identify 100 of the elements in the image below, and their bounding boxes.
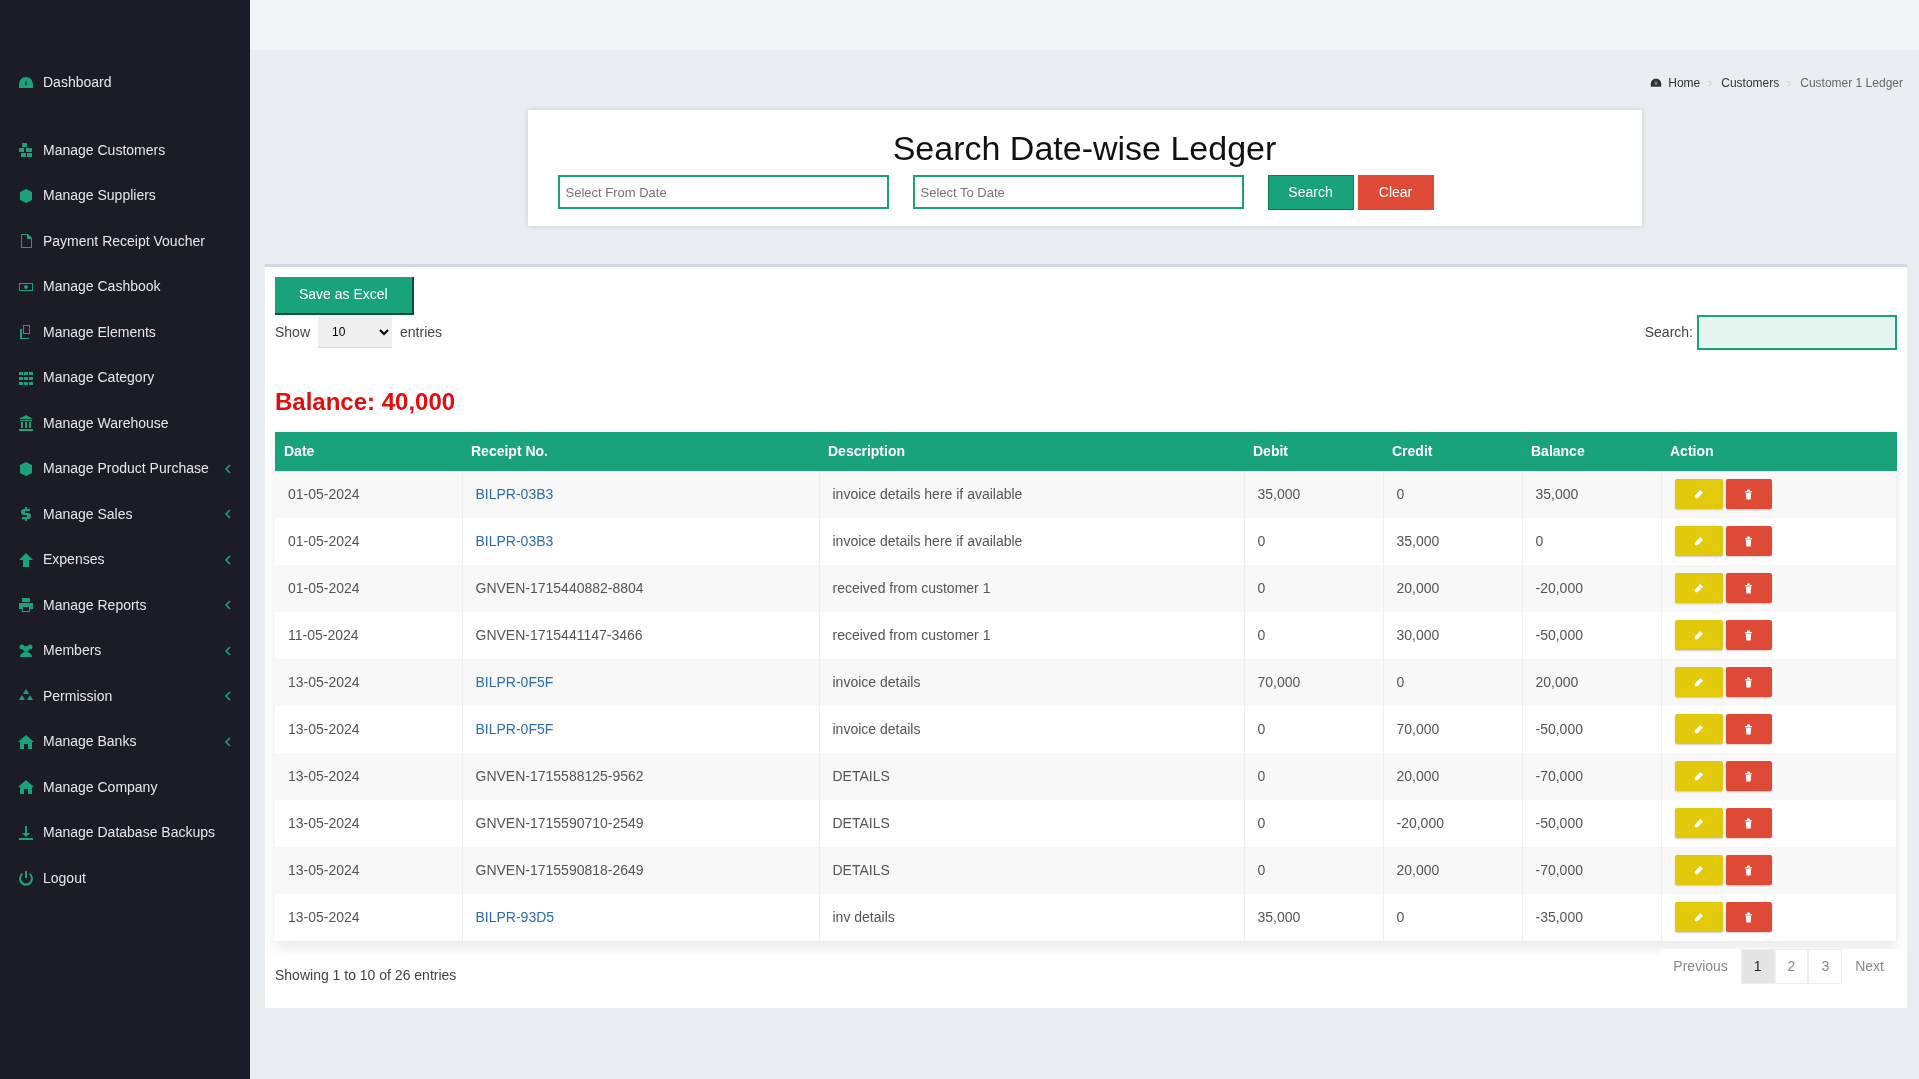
bank-icon (18, 415, 34, 432)
page-link[interactable]: 1 (1740, 948, 1775, 984)
delete-button[interactable] (1725, 667, 1772, 698)
table-cell: -20,000 (1383, 799, 1522, 847)
delete-button[interactable] (1725, 526, 1772, 557)
table-cell: 0 (1383, 893, 1522, 941)
trash-icon (1744, 770, 1753, 782)
table-cell: 0 (1244, 564, 1383, 612)
sidebar-item[interactable]: Manage Category (0, 355, 250, 401)
search-field[interactable] (1697, 314, 1897, 350)
table-cell: -70,000 (1522, 846, 1661, 894)
sidebar-item[interactable]: Manage Sales (0, 491, 250, 537)
sidebar-item[interactable]: Permission (0, 673, 250, 719)
search-label: Search: (1644, 322, 1693, 342)
sidebar-item[interactable]: Manage Database Backups (0, 810, 250, 856)
entries-info: Showing 1 to 10 of 26 entries (275, 965, 457, 985)
table-cell: invoice details (819, 658, 1244, 706)
table-cell: 0 (1244, 611, 1383, 659)
table-cell: 0 (1244, 517, 1383, 565)
table-cell: 35,000 (1522, 470, 1661, 518)
download-icon (18, 824, 34, 841)
table-cell: DETAILS (819, 799, 1244, 847)
trash-icon (1744, 629, 1753, 641)
page-size-select[interactable]: 10 (318, 316, 393, 349)
table-cell: -50,000 (1522, 705, 1661, 753)
grid-icon (18, 369, 34, 386)
sidebar-item[interactable]: Manage Company (0, 764, 250, 810)
delete-button[interactable] (1725, 714, 1772, 745)
sidebar-item[interactable]: Manage Reports (0, 582, 250, 628)
printer-icon (18, 597, 34, 614)
table-cell: 20,000 (1383, 846, 1522, 894)
column-header: Credit (1383, 431, 1522, 471)
table-cell: invoice details here if available (819, 470, 1244, 518)
sidebar-item[interactable]: Dashboard (0, 60, 250, 106)
table-cell: DETAILS (819, 752, 1244, 800)
table-cell: received from customer 1 (819, 611, 1244, 659)
table-cell: 20,000 (1383, 564, 1522, 612)
delete-button[interactable] (1725, 620, 1772, 651)
trash-icon (1744, 911, 1753, 923)
table-cell: 70,000 (1383, 705, 1522, 753)
table-cell: 13-05-2024 (275, 799, 462, 847)
column-header: Receipt No. (462, 431, 819, 471)
home-icon (18, 779, 34, 796)
cube-icon (18, 187, 34, 204)
page-link[interactable]: 2 (1774, 948, 1809, 984)
table-cell: 0 (1244, 799, 1383, 847)
table-cell: GNVEN-1715590710-2549 (462, 799, 819, 847)
table-cell: DETAILS (819, 846, 1244, 894)
receipt-link[interactable]: BILPR-0F5F (475, 720, 554, 737)
clear-button[interactable]: Clear (1357, 174, 1434, 210)
sidebar-item[interactable]: Manage Customers (0, 127, 250, 173)
column-header: Date (275, 431, 462, 471)
trash-icon (1744, 488, 1753, 500)
page-link[interactable]: 3 (1808, 948, 1843, 984)
table-cell: 35,000 (1244, 893, 1383, 941)
breadcrumb-current: Customer 1 Ledger (1800, 75, 1903, 92)
sidebar-item[interactable]: Logout (0, 855, 250, 901)
pencil-icon (1693, 676, 1704, 688)
sidebar-item[interactable]: Payment Receipt Voucher (0, 218, 250, 264)
sidebar-item[interactable]: Expenses (0, 537, 250, 583)
table-cell: 0 (1244, 752, 1383, 800)
sidebar-item[interactable]: Manage Elements (0, 309, 250, 355)
sidebar-item[interactable]: Manage Product Purchase (0, 446, 250, 492)
pencil-icon (1693, 488, 1704, 500)
sidebar-item[interactable]: Manage Warehouse (0, 400, 250, 446)
pencil-icon (1693, 723, 1704, 735)
delete-button[interactable] (1725, 902, 1772, 933)
breadcrumb-link[interactable]: Customers (1721, 74, 1780, 92)
receipt-link[interactable]: BILPR-0F5F (475, 673, 554, 690)
cubes-icon (18, 142, 34, 159)
show-label: Show (275, 322, 311, 342)
sidebar-item[interactable]: Manage Suppliers (0, 173, 250, 219)
receipt-link[interactable]: BILPR-03B3 (475, 485, 554, 502)
sidebar-item[interactable]: Manage Cashbook (0, 264, 250, 310)
dashboard-icon (18, 74, 34, 91)
delete-button[interactable] (1725, 761, 1772, 792)
table-cell: 70,000 (1244, 658, 1383, 706)
breadcrumb-separator-icon (1787, 79, 1793, 87)
sidebar-item[interactable]: Members (0, 628, 250, 674)
delete-button[interactable] (1725, 479, 1772, 510)
home-icon (18, 733, 34, 750)
trash-icon (1744, 676, 1753, 688)
table-cell: 0 (1383, 470, 1522, 518)
to-date-field[interactable]: Select To Date (912, 175, 1244, 210)
pencil-icon (1693, 864, 1704, 876)
table-cell: 35,000 (1383, 517, 1522, 565)
delete-button[interactable] (1725, 573, 1772, 604)
table-cell: inv details (819, 893, 1244, 941)
receipt-link[interactable]: BILPR-03B3 (475, 532, 554, 549)
table-cell: 20,000 (1522, 658, 1661, 706)
sidebar-item[interactable]: Manage Banks (0, 719, 250, 765)
table-cell: -35,000 (1522, 893, 1661, 941)
from-date-field[interactable]: Select From Date (557, 175, 889, 210)
table-cell: -50,000 (1522, 799, 1661, 847)
table-cell: 13-05-2024 (275, 705, 462, 753)
delete-button[interactable] (1725, 808, 1772, 839)
column-header: Description (819, 431, 1244, 471)
delete-button[interactable] (1725, 855, 1772, 886)
breadcrumb-link[interactable]: Home (1668, 74, 1701, 92)
receipt-link[interactable]: BILPR-93D5 (475, 908, 555, 925)
